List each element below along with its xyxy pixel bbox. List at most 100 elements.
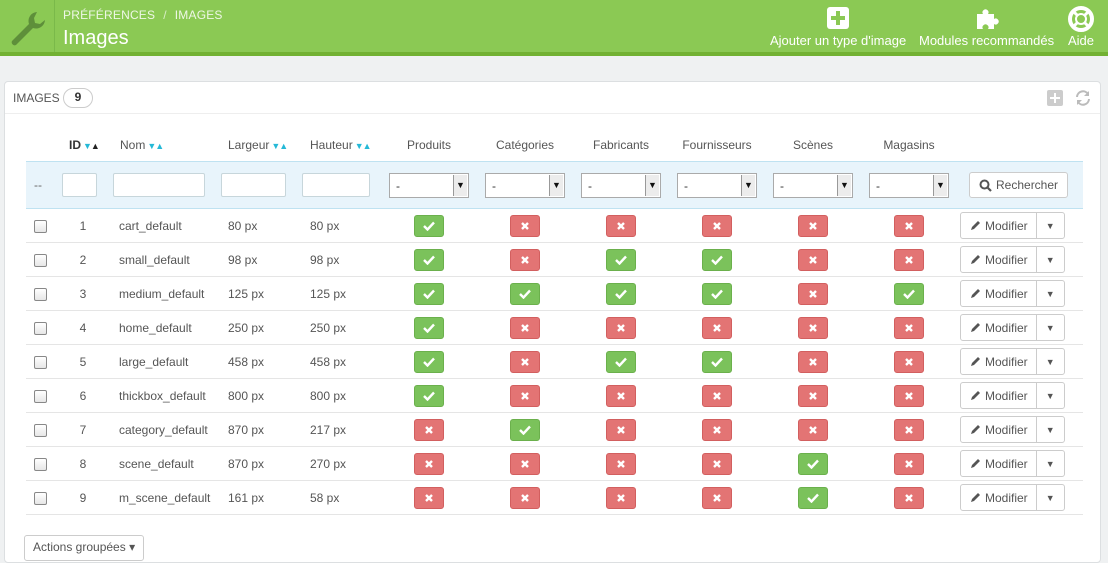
scenes-disabled-cross-icon[interactable] [798, 384, 828, 407]
edit-button[interactable]: Modifier [961, 349, 1037, 374]
suppliers-disabled-cross-icon[interactable] [702, 486, 732, 509]
edit-dropdown-toggle[interactable]: ▼ [1037, 247, 1064, 272]
sort-id-icon[interactable]: ▼▲ [83, 141, 100, 151]
stores-disabled-cross-icon[interactable] [894, 316, 924, 339]
products-enabled-check-icon[interactable] [414, 214, 444, 237]
scenes-disabled-cross-icon[interactable] [798, 248, 828, 271]
categories-enabled-check-icon[interactable] [510, 418, 540, 441]
filter-name-input[interactable] [113, 173, 205, 197]
products-disabled-cross-icon[interactable] [414, 486, 444, 509]
stores-disabled-cross-icon[interactable] [894, 486, 924, 509]
categories-disabled-cross-icon[interactable] [510, 452, 540, 475]
edit-dropdown-toggle[interactable]: ▼ [1037, 281, 1064, 306]
suppliers-disabled-cross-icon[interactable] [702, 316, 732, 339]
stores-disabled-cross-icon[interactable] [894, 350, 924, 373]
edit-dropdown-toggle[interactable]: ▼ [1037, 451, 1064, 476]
filter-scenes-select[interactable]: - ▼ [773, 172, 853, 198]
suppliers-enabled-check-icon[interactable] [702, 350, 732, 373]
edit-dropdown-toggle[interactable]: ▼ [1037, 315, 1064, 340]
suppliers-disabled-cross-icon[interactable] [702, 384, 732, 407]
suppliers-disabled-cross-icon[interactable] [702, 214, 732, 237]
categories-disabled-cross-icon[interactable] [510, 248, 540, 271]
stores-disabled-cross-icon[interactable] [894, 214, 924, 237]
add-image-type-button[interactable]: Ajouter un type d'image [770, 6, 906, 48]
row-checkbox[interactable] [34, 355, 47, 369]
scenes-disabled-cross-icon[interactable] [798, 214, 828, 237]
bulk-actions-button[interactable]: Actions groupées ▾ [24, 535, 145, 561]
edit-button[interactable]: Modifier [961, 417, 1037, 442]
breadcrumb-images[interactable]: IMAGES [175, 8, 223, 22]
edit-dropdown-toggle[interactable]: ▼ [1037, 417, 1064, 442]
stores-disabled-cross-icon[interactable] [894, 418, 924, 441]
row-checkbox[interactable] [34, 219, 47, 233]
filter-stores-select[interactable]: - ▼ [869, 172, 949, 198]
suppliers-disabled-cross-icon[interactable] [702, 418, 732, 441]
filter-suppliers-select[interactable]: - ▼ [677, 172, 757, 198]
categories-disabled-cross-icon[interactable] [510, 214, 540, 237]
scenes-disabled-cross-icon[interactable] [798, 282, 828, 305]
edit-button[interactable]: Modifier [961, 247, 1037, 272]
row-checkbox[interactable] [34, 253, 47, 267]
products-enabled-check-icon[interactable] [414, 384, 444, 407]
stores-enabled-check-icon[interactable] [894, 282, 924, 305]
filter-categories-select[interactable]: - ▼ [485, 172, 565, 198]
suppliers-enabled-check-icon[interactable] [702, 248, 732, 271]
categories-disabled-cross-icon[interactable] [510, 384, 540, 407]
manufacturers-disabled-cross-icon[interactable] [606, 452, 636, 475]
row-checkbox[interactable] [34, 423, 47, 437]
edit-button[interactable]: Modifier [961, 315, 1037, 340]
edit-button[interactable]: Modifier [961, 383, 1037, 408]
scenes-enabled-check-icon[interactable] [798, 486, 828, 509]
row-checkbox[interactable] [34, 389, 47, 403]
products-disabled-cross-icon[interactable] [414, 452, 444, 475]
recommended-modules-button[interactable]: Modules recommandés [919, 6, 1054, 48]
suppliers-disabled-cross-icon[interactable] [702, 452, 732, 475]
scenes-enabled-check-icon[interactable] [798, 452, 828, 475]
manufacturers-enabled-check-icon[interactable] [606, 350, 636, 373]
stores-disabled-cross-icon[interactable] [894, 452, 924, 475]
manufacturers-enabled-check-icon[interactable] [606, 248, 636, 271]
filter-products-select[interactable]: - ▼ [389, 172, 469, 198]
edit-dropdown-toggle[interactable]: ▼ [1037, 485, 1064, 510]
edit-button[interactable]: Modifier [961, 281, 1037, 306]
categories-enabled-check-icon[interactable] [510, 282, 540, 305]
scenes-disabled-cross-icon[interactable] [798, 418, 828, 441]
manufacturers-disabled-cross-icon[interactable] [606, 486, 636, 509]
help-button[interactable]: Aide [1068, 6, 1094, 48]
products-enabled-check-icon[interactable] [414, 316, 444, 339]
add-new-icon[interactable] [1046, 89, 1064, 107]
manufacturers-enabled-check-icon[interactable] [606, 282, 636, 305]
stores-disabled-cross-icon[interactable] [894, 384, 924, 407]
manufacturers-disabled-cross-icon[interactable] [606, 316, 636, 339]
products-enabled-check-icon[interactable] [414, 248, 444, 271]
search-button[interactable]: Rechercher [969, 172, 1069, 198]
edit-dropdown-toggle[interactable]: ▼ [1037, 383, 1064, 408]
row-checkbox[interactable] [34, 457, 47, 471]
products-enabled-check-icon[interactable] [414, 282, 444, 305]
manufacturers-disabled-cross-icon[interactable] [606, 418, 636, 441]
filter-id-input[interactable] [62, 173, 97, 197]
stores-disabled-cross-icon[interactable] [894, 248, 924, 271]
row-checkbox[interactable] [34, 321, 47, 335]
breadcrumb-preferences[interactable]: PRÉFÉRENCES [63, 8, 155, 22]
filter-height-input[interactable] [302, 173, 370, 197]
manufacturers-disabled-cross-icon[interactable] [606, 214, 636, 237]
edit-dropdown-toggle[interactable]: ▼ [1037, 213, 1064, 238]
products-disabled-cross-icon[interactable] [414, 418, 444, 441]
products-enabled-check-icon[interactable] [414, 350, 444, 373]
sort-width-icon[interactable]: ▼▲ [271, 141, 288, 151]
categories-disabled-cross-icon[interactable] [510, 486, 540, 509]
categories-disabled-cross-icon[interactable] [510, 316, 540, 339]
edit-button[interactable]: Modifier [961, 213, 1037, 238]
edit-button[interactable]: Modifier [961, 451, 1037, 476]
filter-width-input[interactable] [221, 173, 286, 197]
manufacturers-disabled-cross-icon[interactable] [606, 384, 636, 407]
sort-name-icon[interactable]: ▼▲ [147, 141, 164, 151]
scenes-disabled-cross-icon[interactable] [798, 316, 828, 339]
suppliers-enabled-check-icon[interactable] [702, 282, 732, 305]
sort-height-icon[interactable]: ▼▲ [355, 141, 372, 151]
edit-dropdown-toggle[interactable]: ▼ [1037, 349, 1064, 374]
scenes-disabled-cross-icon[interactable] [798, 350, 828, 373]
refresh-icon[interactable] [1074, 89, 1092, 107]
categories-disabled-cross-icon[interactable] [510, 350, 540, 373]
